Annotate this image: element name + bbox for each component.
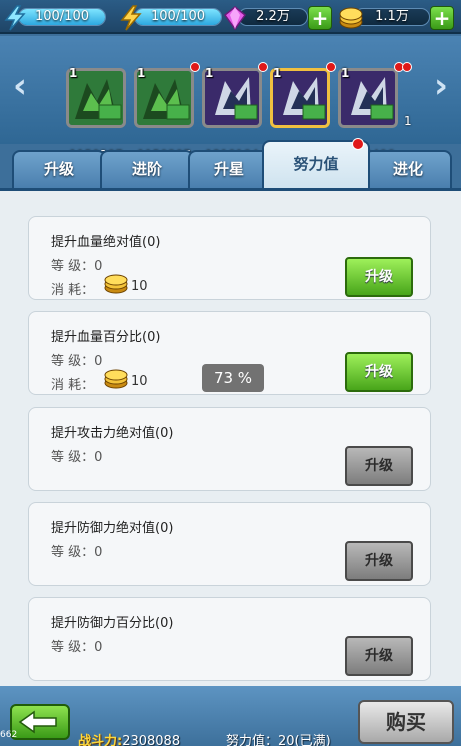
tab-star-up[interactable]: 升星 — [188, 150, 270, 188]
energy-resource: 100/100 — [118, 5, 224, 31]
gem-counter: 2.2万 — [238, 8, 308, 26]
gold-value: 1.1万 — [375, 9, 409, 24]
red-dot-badge — [402, 62, 412, 72]
gem-resource: 2.2万 + — [222, 5, 332, 31]
hero-level: 1 — [273, 66, 282, 80]
gold-coin-icon — [104, 369, 128, 389]
level-label: 等 级： — [51, 450, 95, 465]
tab-effort-value[interactable]: 努力值 — [262, 138, 370, 188]
stat-cost: 消 耗： 10 — [51, 274, 148, 298]
stat-title: 提升攻击力绝对值(0) — [51, 426, 174, 441]
tab-evolve[interactable]: 进化 — [364, 150, 452, 188]
hero-level: 1 — [205, 66, 214, 80]
battle-power-value: 2308088 — [122, 734, 181, 746]
stamina-resource: 100/100 — [2, 5, 108, 31]
hero-level: 1 — [137, 66, 146, 80]
battle-power-label: 战斗力: — [78, 734, 123, 746]
hero-level: 1 — [341, 66, 350, 80]
progress-toast: 73 % — [202, 364, 264, 392]
hero-slot-selected[interactable]: 1 1210104 — [270, 62, 336, 162]
cost-value: 10 — [131, 374, 148, 389]
effort-value-total: 努力值：20(已满) — [226, 734, 331, 746]
lightning-icon — [4, 5, 26, 31]
stat-cost: 消 耗： 10 — [51, 369, 148, 393]
tab-advance[interactable]: 进阶 — [100, 150, 194, 188]
gold-resource: 1.1万 + — [338, 5, 458, 30]
gold-coin-icon — [339, 7, 363, 29]
level-label: 等 级： — [51, 640, 95, 655]
add-gems-button[interactable]: + — [308, 6, 332, 30]
red-dot-badge — [326, 62, 336, 72]
resource-bar: 100/100 100/100 2.2万 + 1.1万 + — [0, 0, 461, 34]
buy-button[interactable]: 购买 — [358, 700, 454, 744]
stat-title: 提升血量百分比(0) — [51, 330, 161, 345]
hero-slot[interactable]: 1 1210104 — [202, 62, 268, 162]
level-label: 等 级： — [51, 354, 95, 369]
stat-level: 等 级：0 — [51, 636, 102, 655]
stat-level: 等 级：0 — [51, 255, 102, 274]
tab-effort-value-label: 努力值 — [293, 155, 339, 173]
stat-card: 提升防御力百分比(0) 等 级：0 升级 — [28, 597, 431, 681]
level-value: 0 — [94, 259, 103, 274]
hero-slot[interactable]: 1 1150307 — [66, 66, 126, 162]
stat-card: 提升防御力绝对值(0) 等 级：0 升级 — [28, 502, 431, 586]
cost-label: 消 耗： — [51, 378, 95, 393]
footer-bar: 662 战斗力:2308088 努力值：20(已满) 购买 — [0, 686, 461, 746]
level-label: 等 级： — [51, 545, 95, 560]
upgrade-button[interactable]: 升级 — [345, 257, 413, 297]
gem-icon — [223, 6, 247, 31]
energy-bolt-icon — [120, 5, 142, 31]
hero-slot[interactable]: 1 1280406 — [338, 62, 404, 162]
red-dot-badge — [190, 62, 200, 72]
stamina-value: 100/100 — [34, 9, 89, 24]
energy-value: 100/100 — [150, 9, 205, 24]
upgrade-button-disabled[interactable]: 升级 — [345, 636, 413, 676]
hero-slot[interactable]: 1 1150307 — [134, 62, 200, 162]
cost-value: 10 — [131, 279, 148, 294]
level-value: 0 — [94, 354, 103, 369]
battle-power: 战斗力:2308088 — [78, 730, 180, 746]
add-gold-button[interactable]: + — [430, 6, 454, 30]
upgrade-button-disabled[interactable]: 升级 — [345, 446, 413, 486]
gold-counter: 1.1万 — [354, 8, 430, 26]
stat-title: 提升防御力绝对值(0) — [51, 521, 174, 536]
tab-upgrade[interactable]: 升级 — [12, 150, 106, 188]
stat-card: 提升攻击力绝对值(0) 等 级：0 升级 — [28, 407, 431, 491]
red-dot-badge — [258, 62, 268, 72]
level-value: 0 — [94, 450, 103, 465]
stamina-bar: 100/100 — [18, 8, 106, 26]
stat-title: 提升防御力百分比(0) — [51, 616, 174, 631]
gold-coin-icon — [104, 274, 128, 294]
version-label: 662 — [0, 730, 18, 740]
hero-strip: ‹ › 1 1150307 1 1150307 — [0, 36, 461, 162]
cost-label: 消 耗： — [51, 283, 95, 298]
back-arrow-icon — [18, 710, 57, 734]
upgrade-button-disabled[interactable]: 升级 — [345, 541, 413, 581]
stat-level: 等 级：0 — [51, 446, 102, 465]
back-button[interactable] — [10, 704, 70, 740]
stat-level: 等 级：0 — [51, 541, 102, 560]
stat-level: 等 级：0 — [51, 350, 102, 369]
level-value: 0 — [94, 640, 103, 655]
next-hero-arrow[interactable]: › — [427, 66, 455, 110]
hero-id-partial: 1 — [404, 114, 412, 128]
red-dot-badge — [352, 138, 364, 150]
tab-bar: 升级 进阶 升星 进化 努力值 — [0, 138, 461, 188]
energy-bar: 100/100 — [134, 8, 222, 26]
stat-title: 提升血量绝对值(0) — [51, 235, 161, 250]
level-value: 0 — [94, 545, 103, 560]
hero-level: 1 — [69, 66, 78, 80]
gem-value: 2.2万 — [256, 9, 290, 24]
effort-value-panel: 提升血量绝对值(0) 等 级：0 消 耗： 10 升级 提升血量百分比(0) 等… — [0, 188, 461, 686]
upgrade-button[interactable]: 升级 — [345, 352, 413, 392]
prev-hero-arrow[interactable]: ‹ — [6, 66, 34, 110]
level-label: 等 级： — [51, 259, 95, 274]
stat-card: 提升血量绝对值(0) 等 级：0 消 耗： 10 升级 — [28, 216, 431, 300]
